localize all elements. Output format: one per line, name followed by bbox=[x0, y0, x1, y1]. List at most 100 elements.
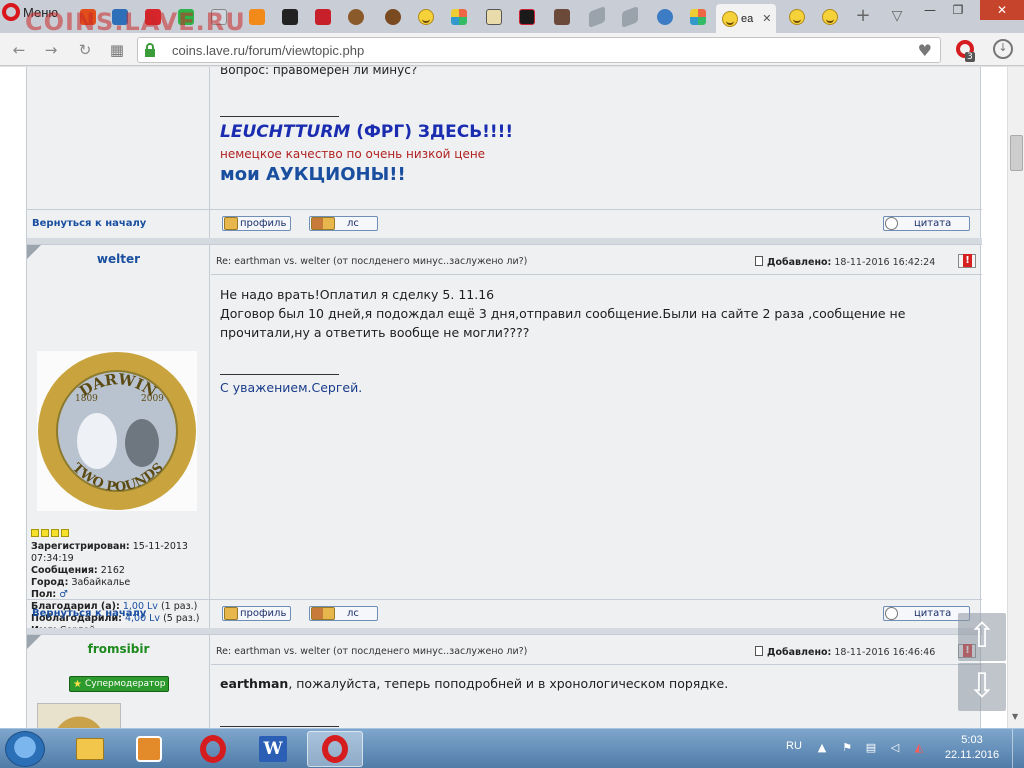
post-author[interactable]: welter bbox=[27, 252, 210, 266]
close-tab-icon[interactable]: ✕ bbox=[762, 12, 771, 25]
tab[interactable] bbox=[410, 4, 441, 30]
post-left-column bbox=[27, 67, 210, 209]
tab[interactable] bbox=[614, 4, 645, 30]
scroll-down-icon[interactable]: ▼ bbox=[1012, 712, 1018, 721]
taskbar-opera[interactable] bbox=[185, 731, 241, 767]
close-window-icon[interactable]: ✕ bbox=[980, 0, 1024, 20]
tab[interactable] bbox=[511, 4, 542, 30]
page-viewport: Вопрос: правомерен ли минус? LEUCHTTURM … bbox=[0, 67, 1007, 728]
tab-title: ea bbox=[741, 12, 754, 25]
profile-button[interactable]: профиль bbox=[222, 216, 291, 231]
post-line: Договор был 10 дней,я подождал ещё 3 дня… bbox=[220, 306, 906, 321]
scroll-down-button[interactable]: ⇩ bbox=[958, 663, 1006, 711]
post-author[interactable]: fromsibir bbox=[27, 642, 210, 656]
profile-icon bbox=[224, 217, 238, 230]
bookmark-heart-icon[interactable]: ♥ bbox=[918, 41, 932, 60]
antivirus-icon[interactable]: ◭ bbox=[912, 741, 926, 755]
city-label: Город: bbox=[31, 577, 69, 588]
taskbar-opera-active[interactable] bbox=[307, 731, 363, 767]
tab-menu-icon[interactable]: ▽ bbox=[887, 6, 907, 26]
new-tab-icon[interactable]: + bbox=[853, 6, 873, 26]
pocket-icon bbox=[144, 9, 161, 25]
tab[interactable] bbox=[478, 4, 509, 30]
tab-active[interactable]: ea ✕ bbox=[716, 4, 776, 33]
downloads-icon[interactable]: ↓ bbox=[993, 39, 1013, 59]
restore-icon[interactable]: ❐ bbox=[945, 0, 971, 20]
post-signature: С уважением.Сергей. bbox=[220, 380, 363, 395]
network-icon[interactable]: ▤ bbox=[864, 741, 878, 755]
reload-icon[interactable]: ↻ bbox=[74, 39, 96, 61]
tab[interactable] bbox=[307, 4, 338, 30]
quote-button[interactable]: цитата bbox=[883, 606, 970, 621]
tab[interactable] bbox=[340, 4, 371, 30]
tab[interactable] bbox=[203, 4, 234, 30]
post-line: , пожалуйста, теперь поподробней и в хро… bbox=[288, 676, 729, 691]
tab[interactable] bbox=[814, 4, 845, 30]
page-scrollbar[interactable]: ▼ bbox=[1007, 67, 1024, 728]
address-bar: ← → ↻ ▦ coins.lave.ru/forum/viewtopic.ph… bbox=[0, 33, 1024, 66]
volume-icon[interactable]: ◁ bbox=[888, 741, 902, 755]
tab[interactable] bbox=[682, 4, 713, 30]
tab[interactable] bbox=[781, 4, 812, 30]
scrollbar-thumb[interactable] bbox=[1010, 135, 1023, 171]
tab[interactable] bbox=[274, 4, 305, 30]
apps-icon bbox=[689, 9, 706, 25]
tab[interactable] bbox=[72, 4, 103, 30]
url-input[interactable]: coins.lave.ru/forum/viewtopic.php ♥ bbox=[137, 37, 941, 63]
quote-label: цитата bbox=[914, 608, 952, 619]
added-value: 18-11-2016 16:46:46 bbox=[834, 647, 936, 658]
back-to-top-link[interactable]: Вернуться к началу bbox=[32, 608, 146, 619]
signature-separator bbox=[220, 116, 339, 117]
tab[interactable] bbox=[170, 4, 201, 30]
page-icon bbox=[210, 9, 227, 25]
post-link-icon[interactable] bbox=[755, 256, 763, 266]
flag-icon[interactable]: ⚑ bbox=[840, 741, 854, 755]
tab[interactable] bbox=[649, 4, 680, 30]
profile-label: профиль bbox=[240, 608, 287, 619]
speed-dial-icon[interactable]: ▦ bbox=[106, 39, 128, 61]
tab[interactable] bbox=[104, 4, 135, 30]
back-to-top-link[interactable]: Вернуться к началу bbox=[32, 218, 146, 229]
tab[interactable] bbox=[546, 4, 577, 30]
post-link-icon[interactable] bbox=[755, 646, 763, 656]
chart-icon bbox=[314, 9, 331, 25]
smiley-icon bbox=[821, 9, 838, 25]
pm-button[interactable]: лс bbox=[309, 216, 378, 231]
start-button-icon[interactable] bbox=[5, 731, 45, 767]
pm-icon bbox=[311, 607, 335, 620]
profile-label: профиль bbox=[240, 218, 287, 229]
pm-button[interactable]: лс bbox=[309, 606, 378, 621]
forward-icon[interactable]: → bbox=[40, 39, 62, 61]
coin-icon bbox=[384, 9, 401, 25]
clock[interactable]: 5:03 22.11.2016 bbox=[942, 733, 1002, 763]
post-added-date: Добавлено: 18-11-2016 16:46:46 bbox=[755, 646, 935, 658]
taskbar-media-player[interactable] bbox=[121, 731, 177, 767]
quote-button[interactable]: цитата bbox=[883, 216, 970, 231]
back-icon[interactable]: ← bbox=[8, 39, 30, 61]
tray-expand-icon[interactable]: ▲ bbox=[815, 741, 829, 755]
tab[interactable] bbox=[443, 4, 474, 30]
post-line: Не надо врать!Оплатил я сделку 5. 11.16 bbox=[220, 287, 495, 302]
opera-menu-button[interactable]: Меню bbox=[0, 0, 70, 24]
added-label: Добавлено: bbox=[767, 257, 832, 268]
tab[interactable] bbox=[377, 4, 408, 30]
leuchtturm-word: LEUCHTTURM bbox=[220, 122, 351, 142]
signature-leuchtturm-link[interactable]: LEUCHTTURM (ФРГ) ЗДЕСЬ!!!! bbox=[220, 122, 513, 142]
post-added-date: Добавлено: 18-11-2016 16:42:24 bbox=[755, 256, 935, 268]
tab[interactable] bbox=[241, 4, 272, 30]
minimize-icon[interactable]: — bbox=[917, 0, 943, 20]
language-indicator[interactable]: RU bbox=[786, 740, 802, 752]
scroll-up-button[interactable]: ⇧ bbox=[958, 613, 1006, 661]
signature-auctions-link[interactable]: мои АУКЦИОНЫ!! bbox=[220, 164, 406, 185]
page-icon bbox=[485, 9, 502, 25]
taskbar-word[interactable]: W bbox=[245, 731, 301, 767]
taskbar-explorer[interactable] bbox=[62, 731, 118, 767]
profile-button[interactable]: профиль bbox=[222, 606, 291, 621]
show-desktop-button[interactable] bbox=[1012, 729, 1024, 768]
rank-star-icon bbox=[41, 529, 49, 537]
tab[interactable] bbox=[137, 4, 168, 30]
badge-label: Супермодератор bbox=[84, 679, 166, 689]
media-icon bbox=[281, 9, 298, 25]
tab[interactable] bbox=[581, 4, 612, 30]
report-icon[interactable] bbox=[958, 254, 976, 268]
